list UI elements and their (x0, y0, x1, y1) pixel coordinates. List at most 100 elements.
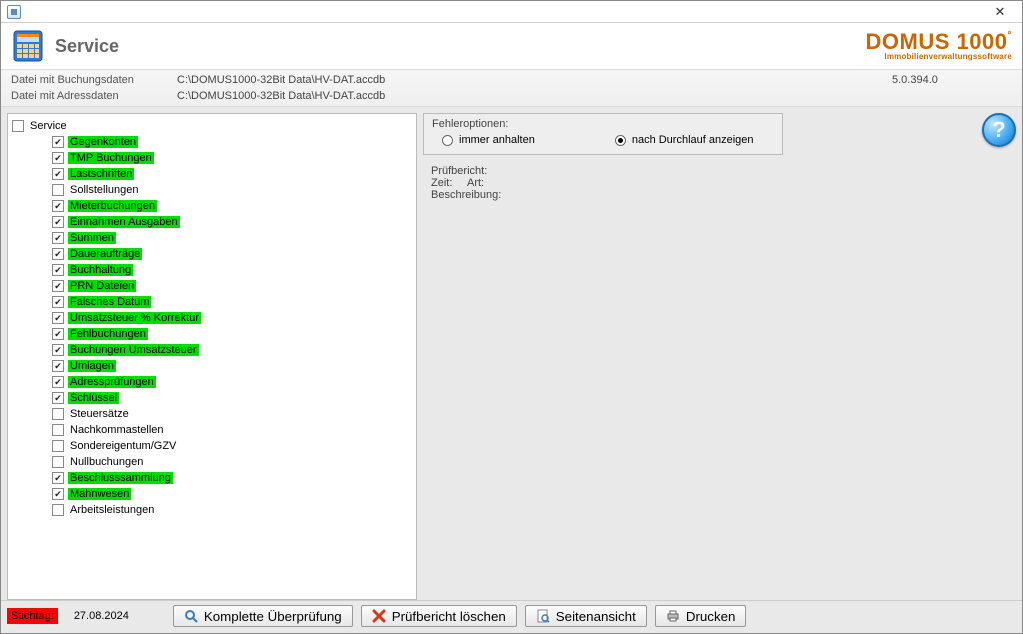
checkbox-icon[interactable] (52, 168, 64, 180)
tree-item[interactable]: Mieterbuchungen (52, 198, 412, 214)
checkbox-icon[interactable] (52, 264, 64, 276)
brand-logo: DOMUS 1000° Immobilienverwaltungssoftwar… (866, 31, 1012, 61)
checkbox-icon[interactable] (12, 120, 24, 132)
tree-item[interactable]: Mahnwesen (52, 486, 412, 502)
help-button[interactable]: ? (982, 113, 1016, 147)
btn-drucken[interactable]: Drucken (655, 605, 747, 627)
tree-item[interactable]: Umsatzsteuer % Korrektur (52, 310, 412, 326)
tree-item[interactable]: Buchhaltung (52, 262, 412, 278)
checkbox-icon[interactable] (52, 392, 64, 404)
checkbox-icon[interactable] (52, 344, 64, 356)
app-mini-icon (7, 5, 21, 19)
delete-x-icon (372, 609, 386, 623)
tree-root-node[interactable]: Service (12, 118, 412, 134)
checkbox-icon[interactable] (52, 376, 64, 388)
checkbox-icon[interactable] (52, 360, 64, 372)
tree-item[interactable]: Nullbuchungen (52, 454, 412, 470)
btn-komplette-ueberpruefung[interactable]: Komplette Überprüfung (173, 605, 353, 627)
tree-item[interactable]: Sondereigentum/GZV (52, 438, 412, 454)
magnifier-icon (184, 609, 198, 623)
stichtag-label: Stichtag: (7, 608, 58, 624)
tree-item[interactable]: Umlagen (52, 358, 412, 374)
tree-item[interactable]: Einnahmen Ausgaben (52, 214, 412, 230)
tree-item-label: Nachkommastellen (68, 424, 166, 436)
adressdaten-path: C:\DOMUS1000-32Bit Data\HV-DAT.accdb (177, 90, 886, 102)
checkbox-icon[interactable] (52, 408, 64, 420)
radio-immer-anhalten[interactable]: immer anhalten (442, 134, 535, 146)
tree-item[interactable]: Gegenkonten (52, 134, 412, 150)
tree-item[interactable]: Nachkommastellen (52, 422, 412, 438)
checkbox-icon[interactable] (52, 296, 64, 308)
service-app-icon (11, 29, 45, 63)
stichtag-value: 27.08.2024 (66, 608, 137, 624)
radio-icon (615, 135, 626, 146)
tree-item-label: Buchhaltung (68, 264, 133, 276)
tree-item-label: Fehlbuchungen (68, 328, 148, 340)
page-header: Service DOMUS 1000° Immobilienverwaltung… (1, 23, 1022, 70)
report-art-label: Art: (467, 177, 484, 189)
error-options-title: Fehleroptionen: (432, 118, 774, 130)
checkbox-icon[interactable] (52, 248, 64, 260)
bottom-toolbar: Stichtag: 27.08.2024 Komplette Überprüfu… (1, 600, 1022, 633)
checkbox-icon[interactable] (52, 488, 64, 500)
tree-root-label: Service (28, 120, 69, 132)
tree-item-label: Umlagen (68, 360, 116, 372)
report-beschreibung-label: Beschreibung: (431, 189, 501, 201)
tree-item-label: Sondereigentum/GZV (68, 440, 178, 452)
checkbox-icon[interactable] (52, 184, 64, 196)
tree-item[interactable]: Lastschriften (52, 166, 412, 182)
tree-item[interactable]: Daueraufträge (52, 246, 412, 262)
checkbox-icon[interactable] (52, 424, 64, 436)
tree-item[interactable]: Summen (52, 230, 412, 246)
checkbox-icon[interactable] (52, 472, 64, 484)
tree-item[interactable]: Sollstellungen (52, 182, 412, 198)
window-close-button[interactable]: ✕ (984, 3, 1016, 21)
tree-item-label: Steuersätze (68, 408, 131, 420)
tree-item[interactable]: Fehlbuchungen (52, 326, 412, 342)
tree-item-label: TMP Buchungen (68, 152, 154, 164)
checkbox-icon[interactable] (52, 440, 64, 452)
radio-icon (442, 135, 453, 146)
tree-item-label: Gegenkonten (68, 136, 138, 148)
checkbox-icon[interactable] (52, 312, 64, 324)
buchungsdaten-path: C:\DOMUS1000-32Bit Data\HV-DAT.accdb (177, 74, 886, 86)
checkbox-icon[interactable] (52, 152, 64, 164)
tree-item-label: Buchungen Umsatzsteuer (68, 344, 199, 356)
btn-pruefbericht-loeschen[interactable]: Prüfbericht löschen (361, 605, 517, 627)
tree-panel[interactable]: Service Gegenkonten TMP Buchungen Lastschr… (7, 113, 417, 600)
tree-item-label: Einnahmen Ausgaben (68, 216, 180, 228)
close-icon: ✕ (995, 5, 1006, 18)
meta-info: Datei mit Buchungsdaten C:\DOMUS1000-32B… (1, 70, 1022, 107)
tree-item-label: PRN Dateien (68, 280, 136, 292)
help-icon: ? (982, 113, 1016, 147)
tree-item[interactable]: Falsches Datum (52, 294, 412, 310)
error-options-group: Fehleroptionen: immer anhalten nach Durc… (423, 113, 783, 155)
tree-item[interactable]: Adressprüfungen (52, 374, 412, 390)
tree-item[interactable]: TMP Buchungen (52, 150, 412, 166)
tree-item-label: Beschlusssammlung (68, 472, 173, 484)
checkbox-icon[interactable] (52, 328, 64, 340)
tree-item[interactable]: Steuersätze (52, 406, 412, 422)
buchungsdaten-label: Datei mit Buchungsdaten (11, 74, 171, 86)
checkbox-icon[interactable] (52, 280, 64, 292)
tree-item-label: Adressprüfungen (68, 376, 156, 388)
version-label: 5.0.394.0 (892, 74, 1012, 86)
checkbox-icon[interactable] (52, 504, 64, 516)
checkbox-icon[interactable] (52, 232, 64, 244)
tree-item[interactable]: PRN Dateien (52, 278, 412, 294)
tree-item-label: Mahnwesen (68, 488, 131, 500)
tree-item-label: Sollstellungen (68, 184, 141, 196)
main-body: Service Gegenkonten TMP Buchungen Lastschr… (1, 107, 1022, 600)
checkbox-icon[interactable] (52, 136, 64, 148)
tree-item[interactable]: Arbeitsleistungen (52, 502, 412, 518)
checkbox-icon[interactable] (52, 200, 64, 212)
tree-item[interactable]: Buchungen Umsatzsteuer (52, 342, 412, 358)
checkbox-icon[interactable] (52, 456, 64, 468)
tree-item[interactable]: Beschlusssammlung (52, 470, 412, 486)
tree-item[interactable]: Schlüssel (52, 390, 412, 406)
btn-seitenansicht[interactable]: Seitenansicht (525, 605, 647, 627)
tree-item-label: Lastschriften (68, 168, 134, 180)
tree-item-label: Nullbuchungen (68, 456, 145, 468)
radio-nach-durchlauf[interactable]: nach Durchlauf anzeigen (615, 134, 754, 146)
checkbox-icon[interactable] (52, 216, 64, 228)
